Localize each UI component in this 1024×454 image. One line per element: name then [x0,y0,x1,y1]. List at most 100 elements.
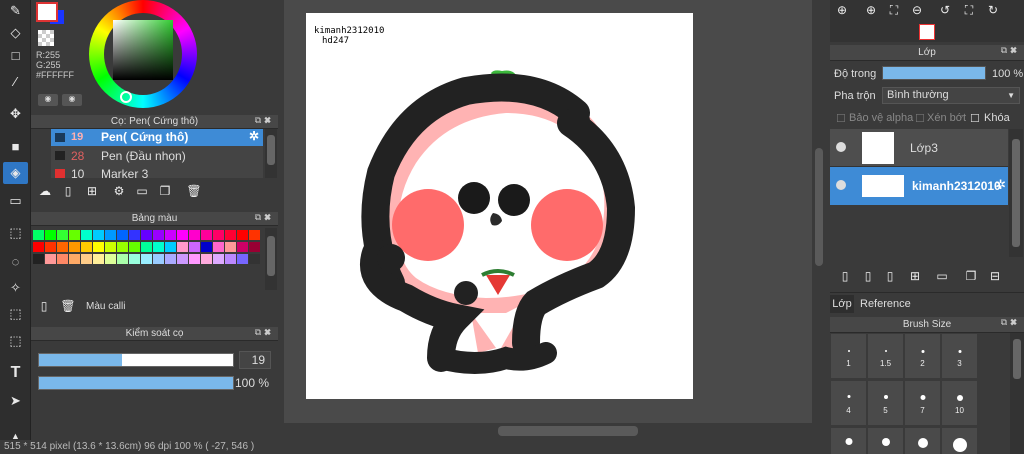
add-brush-icon[interactable]: ⊞ [82,181,102,201]
palette-swatch[interactable] [249,242,260,252]
palette-swatch[interactable] [105,254,116,264]
palette-swatch[interactable] [165,242,176,252]
palette-swatch[interactable] [69,230,80,240]
palette-swatch[interactable] [213,242,224,252]
palette-swatch[interactable] [189,254,200,264]
size-slider[interactable] [38,353,234,367]
palette-swatch[interactable] [225,254,236,264]
palette-swatch[interactable] [249,254,260,264]
layer-scrollbar[interactable] [1009,129,1023,257]
palette-swatch[interactable] [177,242,188,252]
brush-size-cell[interactable] [830,427,867,454]
visibility-eye-icon[interactable] [836,142,846,152]
size-value[interactable]: 19 [239,351,271,369]
canvas-vscrollbar[interactable] [812,0,826,423]
layer-row-selected[interactable]: kimanh2312010 ✲ [830,167,1008,205]
brush-list-item[interactable]: 28 Pen (Đầu nhọn) [51,147,263,164]
brush-size-cell[interactable]: 4 [830,380,867,426]
palette-swatch[interactable] [57,242,68,252]
palette-swatch[interactable] [93,242,104,252]
zoom-fit-icon[interactable]: ⊕ [832,0,852,20]
brush-size-cell[interactable] [867,427,904,454]
panel-window-icons[interactable]: ⧉✖ [1001,45,1020,56]
drawing-canvas[interactable]: kimanh2312010 hd247 [306,13,693,399]
brush-size-cell[interactable]: 7 [904,380,941,426]
select-eraser-tool-icon[interactable]: ⬚ [3,330,28,352]
palette-swatch[interactable] [237,242,248,252]
palette-swatch[interactable] [93,230,104,240]
fill-rect-tool-icon[interactable]: ■ [3,135,28,157]
scrollbar-thumb[interactable] [267,135,275,165]
scrollbar-thumb[interactable] [815,148,823,266]
hue-handle[interactable] [120,91,132,103]
pen-tool-icon[interactable]: ∕ [3,70,28,92]
palette-scrollbar[interactable] [265,228,277,290]
lasso-tool-icon[interactable]: ◌ [3,250,28,272]
palette-swatch[interactable] [45,254,56,264]
mixer-mode-icon[interactable]: ◉ [62,94,82,106]
palette-swatch[interactable] [45,230,56,240]
palette-swatch[interactable] [237,230,248,240]
panel-window-icons[interactable]: ⧉✖ [1001,317,1020,328]
palette-swatch[interactable] [141,230,152,240]
palette-swatch[interactable] [177,254,188,264]
bucket-tool-icon[interactable]: ◈ [3,162,28,184]
palette-swatch[interactable] [225,230,236,240]
palette-swatch[interactable] [45,242,56,252]
palette-swatch[interactable] [165,254,176,264]
palette-swatch[interactable] [201,242,212,252]
navigator-thumbnail[interactable] [919,24,935,40]
primary-color-swatch[interactable] [36,2,58,22]
brush-tool-icon[interactable]: ✎ [3,0,28,22]
palette-swatch[interactable] [129,230,140,240]
move-tool-icon[interactable]: ✥ [3,103,28,125]
blend-mode-select[interactable]: Bình thường ▼ [882,87,1020,104]
transparent-color-swatch[interactable] [38,30,54,46]
lock-checkbox[interactable]: ☐ [970,112,980,125]
palette-swatch[interactable] [105,242,116,252]
palette-swatch[interactable] [213,254,224,264]
tab-layer[interactable]: Lớp [830,295,854,313]
brush-settings-icon[interactable]: ⚙ [109,181,129,201]
palette-swatch[interactable] [33,230,44,240]
palette-swatch[interactable] [33,242,44,252]
palette-swatch[interactable] [129,242,140,252]
new-layer-8bit-icon[interactable]: ▯ [858,266,878,286]
palette-swatch[interactable] [201,230,212,240]
brush-size-cell[interactable]: 1 [830,333,867,379]
magic-wand-tool-icon[interactable]: ✧ [3,277,28,299]
brush-size-cell[interactable]: 2 [904,333,941,379]
palette-swatch[interactable] [81,254,92,264]
folder-icon[interactable]: ▭ [132,181,152,201]
saturation-value-square[interactable] [113,20,173,80]
brush-list-item[interactable]: 19 Pen( Cứng thô) ✲ [51,129,263,146]
scrollbar-thumb[interactable] [267,236,275,276]
brush-size-cell[interactable]: 1.5 [867,333,904,379]
panel-window-icons[interactable]: ⧉✖ [255,212,274,223]
new-palette-icon[interactable]: ▯ [34,296,54,316]
palette-swatch[interactable] [213,230,224,240]
add-layer-menu-icon[interactable]: ⊞ [905,266,925,286]
select-rect-tool-icon[interactable]: ⬚ [3,222,28,244]
palette-swatch[interactable] [153,230,164,240]
palette-swatch[interactable] [153,254,164,264]
scrollbar-thumb[interactable] [1012,139,1020,247]
rectangle-tool-icon[interactable]: □ [3,44,28,66]
palette-swatch[interactable] [117,230,128,240]
brush-download-icon[interactable]: ☁ [35,181,55,201]
gradient-tool-icon[interactable]: ▭ [3,190,28,212]
fit-screen-icon[interactable]: ⛶ [884,0,904,20]
folder-icon[interactable]: ▭ [932,266,952,286]
zoom-out-icon[interactable]: ⊖ [907,0,927,20]
palette-swatch[interactable] [153,242,164,252]
duplicate-icon[interactable]: ❐ [155,181,175,201]
palette-swatch[interactable] [189,242,200,252]
palette-swatch[interactable] [33,254,44,264]
trash-icon[interactable]: 🗑 [58,296,78,316]
palette-swatch[interactable] [81,242,92,252]
fullscreen-icon[interactable]: ⛶ [959,0,979,20]
palette-swatch[interactable] [141,254,152,264]
palette-swatch[interactable] [141,242,152,252]
zoom-in-icon[interactable]: ⊕ [861,0,881,20]
visibility-eye-icon[interactable] [836,180,846,190]
